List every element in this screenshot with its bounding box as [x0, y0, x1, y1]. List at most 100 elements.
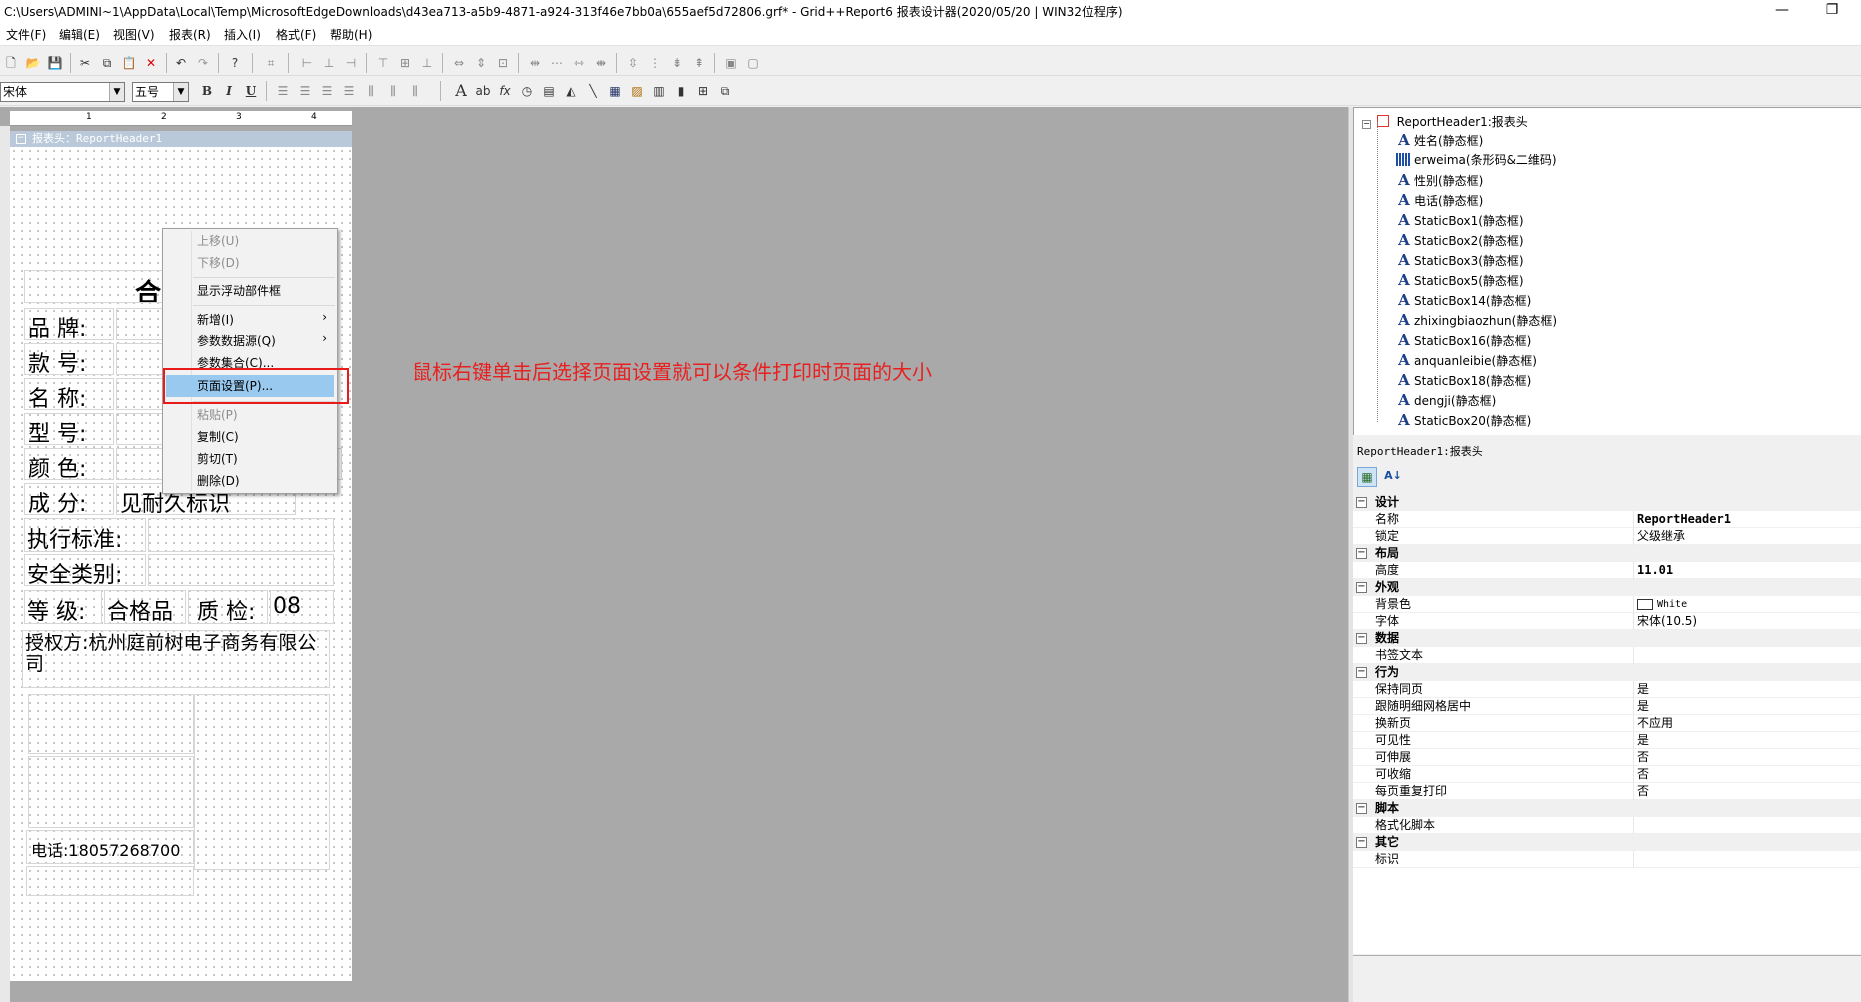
bring-front-icon[interactable]: ▣ — [722, 54, 740, 72]
menu-item-cut[interactable]: 剪切(T) — [197, 449, 238, 469]
menu-item-move-down[interactable]: 下移(D) — [197, 253, 240, 273]
tree-item[interactable]: A 姓名(静态框) — [1396, 130, 1483, 150]
align-middle-icon[interactable]: ⊞ — [396, 54, 414, 72]
label-color[interactable]: 颜 色: — [24, 448, 114, 480]
prop-category[interactable]: − 其它 — [1353, 834, 1861, 851]
label-brand[interactable]: 品 牌: — [24, 308, 114, 340]
same-width-icon[interactable]: ⇔ — [450, 54, 468, 72]
tree-item[interactable]: A 电话(静态框) — [1396, 190, 1483, 210]
font-name-select[interactable]: 宋体 ▼ — [0, 82, 125, 102]
qr-placeholder-2[interactable] — [28, 756, 194, 828]
tree-item[interactable]: A StaticBox20(静态框) — [1396, 410, 1531, 430]
align-right-icon[interactable]: ⊣ — [342, 54, 360, 72]
prop-row[interactable]: 名称 ReportHeader1 — [1353, 511, 1861, 528]
prop-row[interactable]: 背景色 White — [1353, 596, 1861, 613]
barcode-tool-icon[interactable]: ▥ — [650, 82, 668, 100]
tree-item[interactable]: A StaticBox1(静态框) — [1396, 210, 1523, 230]
v-align-top-icon[interactable]: ⫼ — [362, 82, 380, 100]
label-composition[interactable]: 成 分: — [24, 483, 114, 515]
save-icon[interactable]: 💾 — [46, 54, 64, 72]
v-decrease-icon[interactable]: ⇞ — [690, 54, 708, 72]
text-align-left-icon[interactable]: ☰ — [274, 82, 292, 100]
paste-icon[interactable]: 📋 — [120, 54, 138, 72]
tree-item[interactable]: A StaticBox5(静态框) — [1396, 270, 1523, 290]
help-icon[interactable]: ? — [226, 54, 244, 72]
menu-help[interactable]: 帮助(H) — [330, 26, 372, 43]
h-decrease-icon[interactable]: ⇼ — [592, 54, 610, 72]
blank-field[interactable] — [26, 866, 194, 896]
prop-category[interactable]: − 行为 — [1353, 664, 1861, 681]
value-qc[interactable]: 08 — [270, 590, 334, 624]
prop-row[interactable]: 格式化脚本 — [1353, 817, 1861, 834]
prop-row[interactable]: 高度 11.01 — [1353, 562, 1861, 579]
label-qc[interactable]: 质 检: — [188, 590, 268, 624]
alphabetical-sort-icon[interactable]: A↓ — [1383, 467, 1403, 487]
font-size-select[interactable]: 五号 ▼ — [132, 82, 189, 102]
system-var-tool-icon[interactable]: ◷ — [518, 82, 536, 100]
align-bottom-icon[interactable]: ⊥ — [418, 54, 436, 72]
prop-category[interactable]: − 脚本 — [1353, 800, 1861, 817]
menu-edit[interactable]: 编辑(E) — [59, 26, 100, 43]
align-left-icon[interactable]: ⊢ — [298, 54, 316, 72]
shape-tool-icon[interactable]: ◭ — [562, 82, 580, 100]
v-increase-icon[interactable]: ⇟ — [668, 54, 686, 72]
prop-row[interactable]: 每页重复打印否 — [1353, 783, 1861, 800]
same-size-icon[interactable]: ⊡ — [494, 54, 512, 72]
authorizer-field[interactable]: 授权方:杭州庭前树电子商务有限公司 — [22, 630, 330, 688]
h-spacing-icon[interactable]: ⇹ — [526, 54, 544, 72]
open-folder-icon[interactable]: 📂 — [24, 54, 42, 72]
collapse-icon[interactable]: − — [16, 134, 26, 144]
v-align-middle-icon[interactable]: ⫼ — [384, 82, 402, 100]
phone-field[interactable]: 电话:18057268700 — [26, 830, 194, 864]
memo-box-tool-icon[interactable]: ▤ — [540, 82, 558, 100]
menu-item-copy[interactable]: 复制(C) — [197, 427, 239, 447]
tree-item[interactable]: Aanquanleibie(静态框) — [1396, 350, 1537, 370]
align-top-icon[interactable]: ⊤ — [374, 54, 392, 72]
undo-icon[interactable]: ↶ — [172, 54, 190, 72]
qr-placeholder-1[interactable] — [28, 694, 194, 754]
tree-item[interactable]: A StaticBox18(静态框) — [1396, 370, 1531, 390]
prop-row[interactable]: 可伸展否 — [1353, 749, 1861, 766]
cut-icon[interactable]: ✂ — [76, 54, 94, 72]
send-back-icon[interactable]: ▢ — [744, 54, 762, 72]
value-standard[interactable] — [148, 518, 334, 552]
prop-row[interactable]: 跟随明细网格居中是 — [1353, 698, 1861, 715]
menu-insert[interactable]: 插入(I) — [224, 26, 261, 43]
value-safety-category[interactable] — [148, 554, 334, 586]
prop-row[interactable]: 可收缩否 — [1353, 766, 1861, 783]
tree-item[interactable]: Adengji(静态框) — [1396, 390, 1496, 410]
prop-row[interactable]: 字体 宋体(10.5) — [1353, 613, 1861, 630]
bold-button[interactable]: B — [198, 82, 216, 100]
align-center-icon[interactable]: ⊥ — [320, 54, 338, 72]
value-style-no[interactable] — [116, 343, 166, 375]
field-box-tool-icon[interactable]: ab — [474, 82, 492, 100]
prop-row[interactable]: 保持同页是 — [1353, 681, 1861, 698]
delete-icon[interactable]: ✕ — [142, 54, 160, 72]
v-align-bottom-icon[interactable]: ⫼ — [406, 82, 424, 100]
value-grade[interactable]: 合格品 — [104, 590, 186, 624]
h-increase-icon[interactable]: ⇿ — [570, 54, 588, 72]
value-color[interactable] — [116, 448, 166, 480]
tree-item[interactable]: A StaticBox3(静态框) — [1396, 250, 1523, 270]
prop-row[interactable]: 锁定 父级继承 — [1353, 528, 1861, 545]
prop-row[interactable]: 可见性是 — [1353, 732, 1861, 749]
v-spacing-icon[interactable]: ⇳ — [624, 54, 642, 72]
chart-tool-icon[interactable]: ▮ — [672, 82, 690, 100]
menu-view[interactable]: 视图(V) — [113, 26, 155, 43]
menu-file[interactable]: 文件(F) — [6, 26, 46, 43]
categorized-view-icon[interactable]: ▦ — [1357, 467, 1377, 487]
italic-button[interactable]: I — [220, 82, 238, 100]
report-header-section-bar[interactable]: − 报表头：ReportHeader1 — [10, 131, 352, 147]
copy-icon[interactable]: ⧉ — [98, 54, 116, 72]
summary-box-tool-icon[interactable]: fx — [496, 82, 514, 100]
redo-icon[interactable]: ↷ — [194, 54, 212, 72]
text-align-right-icon[interactable]: ☰ — [318, 82, 336, 100]
static-box-tool-icon[interactable]: A — [452, 82, 470, 100]
tree-item[interactable]: A StaticBox2(静态框) — [1396, 230, 1523, 250]
prop-category[interactable]: − 外观 — [1353, 579, 1861, 596]
value-model[interactable] — [116, 413, 166, 445]
tree-root[interactable]: − ReportHeader1:报表头 — [1362, 113, 1528, 130]
prop-category[interactable]: − 布局 — [1353, 545, 1861, 562]
menu-item-move-up[interactable]: 上移(U) — [197, 231, 239, 251]
prop-category[interactable]: − 设计 — [1353, 494, 1861, 511]
